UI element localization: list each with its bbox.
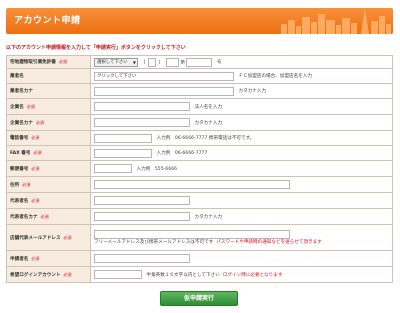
form-row-postal-code: 郵便番号 必須 入力例 555-6666 xyxy=(6,160,393,177)
required-badge: 必須 xyxy=(63,271,72,277)
required-badge: 必須 xyxy=(33,150,42,155)
form-row-address: 住所 必須 xyxy=(6,176,393,193)
field-label: 代表者名 必須 xyxy=(6,192,91,209)
required-badge: 必須 xyxy=(35,119,44,125)
field-label: 店舗代表メールアドレス 必須 xyxy=(6,224,91,251)
trade-name-input[interactable]: クリックして下さい xyxy=(94,71,234,81)
form-row-company-name: 企業名 必須 法人名を入力 xyxy=(6,98,393,115)
required-badge: 必須 xyxy=(31,165,40,171)
required-badge: 必須 xyxy=(40,213,49,219)
chevron-down-icon: ▼ xyxy=(132,59,136,65)
license-number-input[interactable] xyxy=(186,57,213,67)
page-title: アカウント申請 xyxy=(14,16,81,26)
license-renewal-count-input[interactable] xyxy=(147,57,156,67)
form-row-trade-name: 業者名 クリックして下さい ＦＣ加盟店の場合、加盟店名を入力 xyxy=(6,68,393,84)
submit-application-button[interactable]: 仮申請実行 xyxy=(160,291,238,306)
required-badge: 必須 xyxy=(31,255,40,261)
page-header: アカウント申請 xyxy=(6,8,393,34)
form-row-applicant: 申請者名 必須 xyxy=(6,250,393,267)
form-row-phone: 電話番号 必須 入力例 06-6666-7777 携帯電話は不可です。 xyxy=(6,130,393,146)
field-label: FAX 番号 必須 xyxy=(6,145,91,161)
form-row-trade-name-kana: 業者名カナ カタカナ入力 xyxy=(6,83,393,99)
form-row-representative-kana: 代表者名カナ 必須 カタカナ入力 xyxy=(6,208,393,225)
application-form: 宅地建物取引業免許番 必須 選択して下さい ▼ （ ） 第 号 業者名 クリックして… xyxy=(6,55,393,283)
form-row-license: 宅地建物取引業免許番 必須 選択して下さい ▼ （ ） 第 号 xyxy=(6,55,393,69)
field-label: 住所 必須 xyxy=(6,176,91,193)
field-label: 企業名カナ 必須 xyxy=(6,114,91,131)
form-row-representative: 代表者名 必須 xyxy=(6,192,393,209)
email-input[interactable] xyxy=(94,229,290,239)
applicant-input[interactable] xyxy=(94,254,190,263)
field-label: 電話番号 必須 xyxy=(6,130,91,146)
representative-kana-input[interactable] xyxy=(94,212,190,221)
license-authority-select[interactable]: 選択して下さい ▼ xyxy=(94,57,138,67)
required-badge: 必須 xyxy=(31,135,40,140)
company-name-input[interactable] xyxy=(94,102,190,111)
form-row-company-name-kana: 企業名カナ 必須 カタカナ入力 xyxy=(6,114,393,131)
city-skyline-icon xyxy=(281,8,391,34)
field-label: 希望ログインアカウント 必須 xyxy=(6,266,91,283)
required-badge: 必須 xyxy=(63,234,72,240)
postal-code-input[interactable] xyxy=(94,164,132,173)
phone-input[interactable] xyxy=(94,133,152,143)
login-account-input[interactable] xyxy=(94,270,142,279)
field-label: 代表者名カナ 必須 xyxy=(6,208,91,225)
form-row-login-account: 希望ログインアカウント 必須 半角英数１６文字以内として下さい ログイン時に必要とな… xyxy=(6,266,393,283)
field-label: 郵便番号 必須 xyxy=(6,160,91,177)
representative-input[interactable] xyxy=(94,196,190,205)
trade-name-kana-input[interactable] xyxy=(94,86,234,96)
address-input[interactable] xyxy=(94,180,290,189)
required-badge: 必須 xyxy=(22,181,31,187)
company-name-kana-input[interactable] xyxy=(94,118,190,127)
required-badge: 必須 xyxy=(31,197,40,203)
field-label: 申請者名 必須 xyxy=(6,250,91,267)
instruction-text: 以下のアカウント申請情報を入力して「申請実行」ボタンをクリックして下さい xyxy=(6,45,186,51)
fax-input[interactable] xyxy=(94,148,152,158)
form-row-email: 店舗代表メールアドレス 必須 フリーメールアドレス及び携帯メールアドレスは不可です… xyxy=(6,224,393,251)
required-badge: 必須 xyxy=(26,103,35,109)
field-label: 企業名 必須 xyxy=(6,98,91,115)
required-badge: 必須 xyxy=(58,59,67,64)
field-label: 業者名カナ xyxy=(6,83,91,99)
field-label: 宅地建物取引業免許番 必須 xyxy=(6,55,91,69)
field-label: 業者名 xyxy=(6,68,91,84)
license-prefix-input[interactable] xyxy=(165,57,179,67)
form-row-fax: FAX 番号 必須 入力例 06-6666-7777 xyxy=(6,145,393,161)
